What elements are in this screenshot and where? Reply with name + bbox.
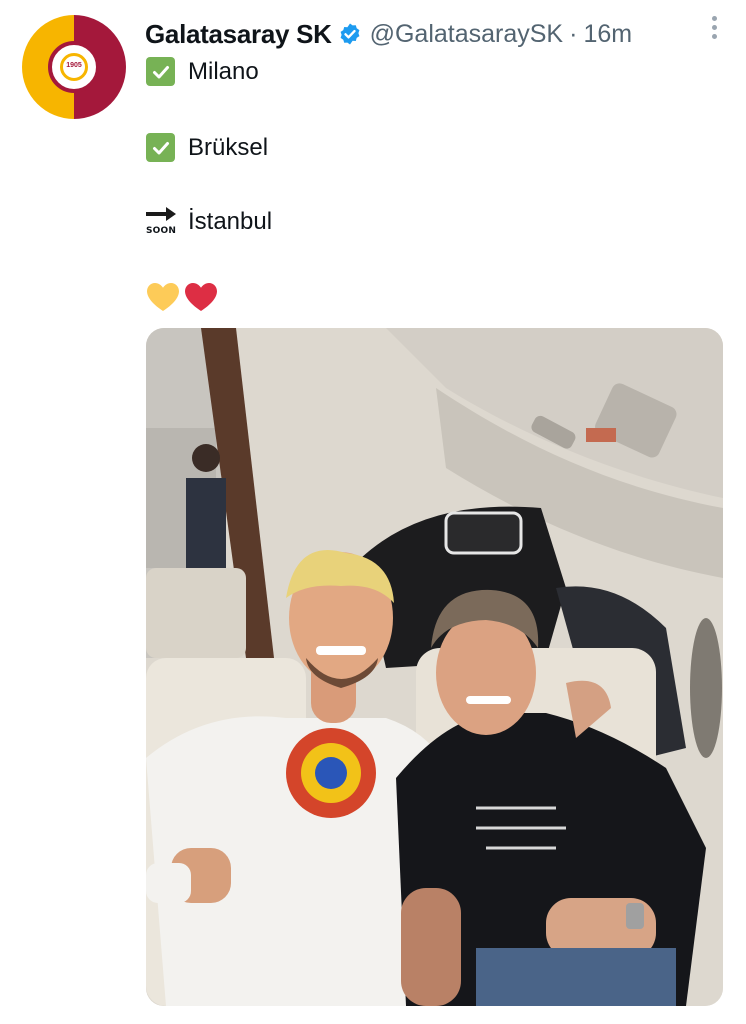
club-emblem: 1905 [48, 41, 100, 93]
emblem-year: 1905 [66, 62, 82, 69]
author-handle[interactable]: @GalatasaraySK [370, 20, 564, 49]
tweet-photo[interactable] [146, 328, 723, 1006]
hearts-row [146, 282, 218, 312]
tweet-text-line: Brüksel [188, 133, 269, 161]
tweet-timestamp[interactable]: 16m [583, 20, 632, 49]
tweet-text-line: Milano [188, 57, 259, 85]
more-options-icon[interactable] [710, 16, 718, 42]
red-heart-icon [185, 283, 217, 311]
tweet-text-line: İstanbul [188, 208, 273, 235]
soon-label: SOON [146, 226, 177, 236]
check-mark-icon [146, 133, 175, 162]
separator-dot: · [569, 19, 578, 48]
photo-illustration [146, 328, 723, 1006]
avatar[interactable]: 1905 [22, 15, 126, 119]
tweet-line-istanbul: SOON İstanbul [146, 205, 272, 239]
tweet-line-milano: Milano [146, 57, 259, 86]
yellow-heart-icon [147, 283, 179, 311]
author-name[interactable]: Galatasaray SK [145, 19, 332, 50]
verified-badge-icon [340, 23, 359, 45]
soon-arrow-icon: SOON [146, 205, 178, 239]
tweet-header: Galatasaray SK @GalatasaraySK · 16m [145, 14, 726, 54]
check-mark-icon [146, 57, 175, 86]
tweet-line-bruksel: Brüksel [146, 133, 268, 162]
